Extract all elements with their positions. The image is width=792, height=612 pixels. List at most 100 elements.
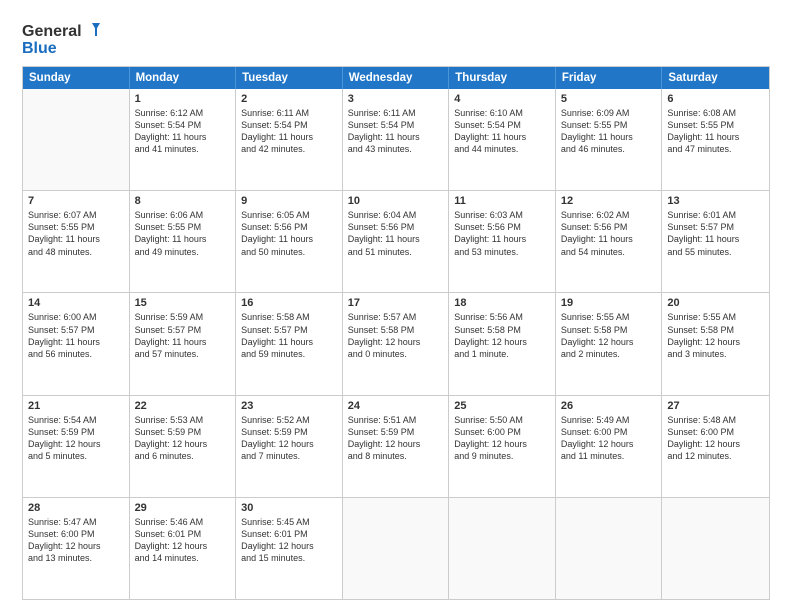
- day-info: Sunrise: 6:02 AM Sunset: 5:56 PM Dayligh…: [561, 209, 657, 258]
- day-number: 9: [241, 195, 337, 207]
- day-number: 4: [454, 93, 550, 105]
- day-cell-24: 24 Sunrise: 5:51 AM Sunset: 5:59 PM Dayli…: [343, 396, 450, 497]
- day-info: Sunrise: 5:55 AM Sunset: 5:58 PM Dayligh…: [561, 311, 657, 360]
- day-cell-10: 10 Sunrise: 6:04 AM Sunset: 5:56 PM Dayli…: [343, 191, 450, 292]
- day-cell-2: 2 Sunrise: 6:11 AM Sunset: 5:54 PM Daylig…: [236, 89, 343, 190]
- day-cell-28: 28Sunrise: 5:47 AM Sunset: 6:00 PM Dayli…: [23, 498, 130, 599]
- header-day-wednesday: Wednesday: [343, 67, 450, 89]
- day-info: Sunrise: 5:56 AM Sunset: 5:58 PM Dayligh…: [454, 311, 550, 360]
- day-cell-1: 1Sunrise: 6:12 AM Sunset: 5:54 PM Daylig…: [130, 89, 237, 190]
- day-cell-20: 20 Sunrise: 5:55 AM Sunset: 5:58 PM Dayli…: [662, 293, 769, 394]
- calendar-body: 1Sunrise: 6:12 AM Sunset: 5:54 PM Daylig…: [23, 89, 769, 599]
- day-number: 2: [241, 93, 337, 105]
- header-day-sunday: Sunday: [23, 67, 130, 89]
- week-row-2: 7 Sunrise: 6:07 AM Sunset: 5:55 PM Daylig…: [23, 191, 769, 293]
- day-cell-3: 3 Sunrise: 6:11 AM Sunset: 5:54 PM Daylig…: [343, 89, 450, 190]
- day-number: 30: [241, 502, 337, 514]
- header-day-friday: Friday: [556, 67, 663, 89]
- day-cell-21: 21 Sunrise: 5:54 AM Sunset: 5:59 PM Dayli…: [23, 396, 130, 497]
- day-cell-12: 12 Sunrise: 6:02 AM Sunset: 5:56 PM Dayli…: [556, 191, 663, 292]
- day-info: Sunrise: 6:11 AM Sunset: 5:54 PM Dayligh…: [348, 107, 444, 156]
- day-number: 15: [135, 297, 231, 309]
- day-info: Sunrise: 5:49 AM Sunset: 6:00 PM Dayligh…: [561, 414, 657, 463]
- day-number: 27: [667, 400, 764, 412]
- day-number: 7: [28, 195, 124, 207]
- day-cell-4: 4 Sunrise: 6:10 AM Sunset: 5:54 PM Daylig…: [449, 89, 556, 190]
- day-number: 24: [348, 400, 444, 412]
- day-info: Sunrise: 5:51 AM Sunset: 5:59 PM Dayligh…: [348, 414, 444, 463]
- day-cell-25: 25 Sunrise: 5:50 AM Sunset: 6:00 PM Dayli…: [449, 396, 556, 497]
- day-number: 21: [28, 400, 124, 412]
- logo: General Blue: [22, 18, 102, 58]
- header-day-thursday: Thursday: [449, 67, 556, 89]
- day-info: Sunrise: 5:48 AM Sunset: 6:00 PM Dayligh…: [667, 414, 764, 463]
- day-info: Sunrise: 5:46 AM Sunset: 6:01 PM Dayligh…: [135, 516, 231, 565]
- day-number: 22: [135, 400, 231, 412]
- svg-text:General: General: [22, 23, 82, 40]
- day-info: Sunrise: 6:00 AM Sunset: 5:57 PM Dayligh…: [28, 311, 124, 360]
- day-number: 28: [28, 502, 124, 514]
- day-cell-15: 15 Sunrise: 5:59 AM Sunset: 5:57 PM Dayli…: [130, 293, 237, 394]
- page: General Blue SundayMondayTuesdayWednesda…: [0, 0, 792, 612]
- day-number: 29: [135, 502, 231, 514]
- day-number: 20: [667, 297, 764, 309]
- day-number: 25: [454, 400, 550, 412]
- day-info: Sunrise: 6:07 AM Sunset: 5:55 PM Dayligh…: [28, 209, 124, 258]
- day-cell-30: 30 Sunrise: 5:45 AM Sunset: 6:01 PM Dayli…: [236, 498, 343, 599]
- calendar-header: SundayMondayTuesdayWednesdayThursdayFrid…: [23, 67, 769, 89]
- day-info: Sunrise: 6:11 AM Sunset: 5:54 PM Dayligh…: [241, 107, 337, 156]
- week-row-1: 1Sunrise: 6:12 AM Sunset: 5:54 PM Daylig…: [23, 89, 769, 191]
- day-number: 16: [241, 297, 337, 309]
- day-info: Sunrise: 5:53 AM Sunset: 5:59 PM Dayligh…: [135, 414, 231, 463]
- day-number: 12: [561, 195, 657, 207]
- day-number: 10: [348, 195, 444, 207]
- day-info: Sunrise: 6:03 AM Sunset: 5:56 PM Dayligh…: [454, 209, 550, 258]
- day-cell-14: 14Sunrise: 6:00 AM Sunset: 5:57 PM Dayli…: [23, 293, 130, 394]
- day-number: 18: [454, 297, 550, 309]
- day-cell-11: 11 Sunrise: 6:03 AM Sunset: 5:56 PM Dayli…: [449, 191, 556, 292]
- day-number: 8: [135, 195, 231, 207]
- day-info: Sunrise: 6:05 AM Sunset: 5:56 PM Dayligh…: [241, 209, 337, 258]
- header: General Blue: [22, 18, 770, 58]
- day-cell-13: 13 Sunrise: 6:01 AM Sunset: 5:57 PM Dayli…: [662, 191, 769, 292]
- day-info: Sunrise: 6:04 AM Sunset: 5:56 PM Dayligh…: [348, 209, 444, 258]
- day-info: Sunrise: 5:55 AM Sunset: 5:58 PM Dayligh…: [667, 311, 764, 360]
- day-cell-26: 26 Sunrise: 5:49 AM Sunset: 6:00 PM Dayli…: [556, 396, 663, 497]
- day-number: 11: [454, 195, 550, 207]
- day-cell-17: 17Sunrise: 5:57 AM Sunset: 5:58 PM Dayli…: [343, 293, 450, 394]
- day-info: Sunrise: 5:58 AM Sunset: 5:57 PM Dayligh…: [241, 311, 337, 360]
- day-number: 6: [667, 93, 764, 105]
- day-cell-23: 23 Sunrise: 5:52 AM Sunset: 5:59 PM Dayli…: [236, 396, 343, 497]
- day-info: Sunrise: 6:10 AM Sunset: 5:54 PM Dayligh…: [454, 107, 550, 156]
- day-info: Sunrise: 5:52 AM Sunset: 5:59 PM Dayligh…: [241, 414, 337, 463]
- day-number: 17: [348, 297, 444, 309]
- day-number: 5: [561, 93, 657, 105]
- day-number: 19: [561, 297, 657, 309]
- day-cell-29: 29 Sunrise: 5:46 AM Sunset: 6:01 PM Dayli…: [130, 498, 237, 599]
- svg-text:Blue: Blue: [22, 40, 57, 57]
- week-row-3: 14Sunrise: 6:00 AM Sunset: 5:57 PM Dayli…: [23, 293, 769, 395]
- day-number: 3: [348, 93, 444, 105]
- logo-svg: General Blue: [22, 18, 102, 58]
- day-info: Sunrise: 5:54 AM Sunset: 5:59 PM Dayligh…: [28, 414, 124, 463]
- day-number: 26: [561, 400, 657, 412]
- day-info: Sunrise: 5:50 AM Sunset: 6:00 PM Dayligh…: [454, 414, 550, 463]
- day-info: Sunrise: 5:59 AM Sunset: 5:57 PM Dayligh…: [135, 311, 231, 360]
- day-info: Sunrise: 6:09 AM Sunset: 5:55 PM Dayligh…: [561, 107, 657, 156]
- empty-cell: [449, 498, 556, 599]
- day-cell-16: 16 Sunrise: 5:58 AM Sunset: 5:57 PM Dayli…: [236, 293, 343, 394]
- calendar: SundayMondayTuesdayWednesdayThursdayFrid…: [22, 66, 770, 600]
- header-day-monday: Monday: [130, 67, 237, 89]
- day-cell-18: 18 Sunrise: 5:56 AM Sunset: 5:58 PM Dayli…: [449, 293, 556, 394]
- day-info: Sunrise: 5:45 AM Sunset: 6:01 PM Dayligh…: [241, 516, 337, 565]
- day-info: Sunrise: 6:01 AM Sunset: 5:57 PM Dayligh…: [667, 209, 764, 258]
- header-day-tuesday: Tuesday: [236, 67, 343, 89]
- day-cell-9: 9 Sunrise: 6:05 AM Sunset: 5:56 PM Daylig…: [236, 191, 343, 292]
- day-cell-19: 19 Sunrise: 5:55 AM Sunset: 5:58 PM Dayli…: [556, 293, 663, 394]
- day-cell-6: 6Sunrise: 6:08 AM Sunset: 5:55 PM Daylig…: [662, 89, 769, 190]
- day-number: 13: [667, 195, 764, 207]
- day-number: 23: [241, 400, 337, 412]
- day-cell-27: 27 Sunrise: 5:48 AM Sunset: 6:00 PM Dayli…: [662, 396, 769, 497]
- week-row-5: 28Sunrise: 5:47 AM Sunset: 6:00 PM Dayli…: [23, 498, 769, 599]
- empty-cell: [556, 498, 663, 599]
